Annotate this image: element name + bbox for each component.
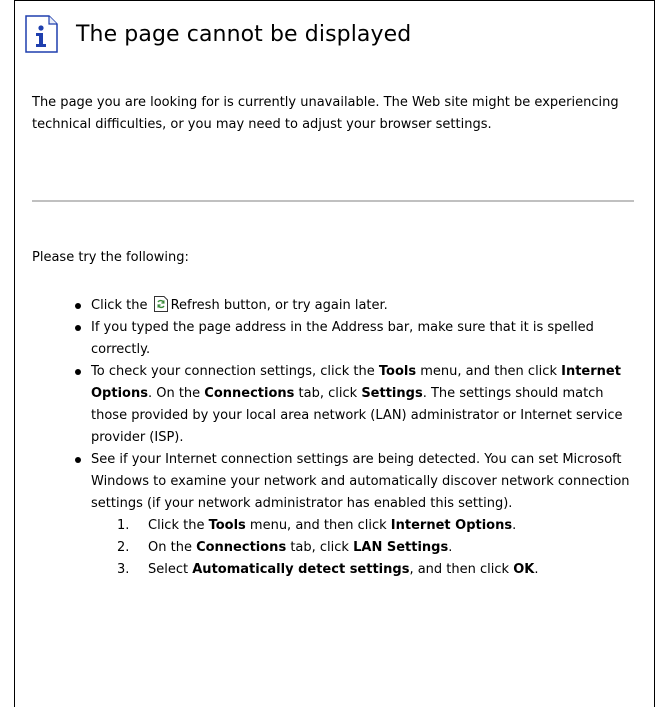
text-segment: . (448, 540, 453, 555)
tools-menu-ref: Tools (378, 364, 417, 379)
step-item: 2. On the Connections tab, click LAN Sett… (91, 537, 642, 559)
step-number: 1. (117, 518, 130, 533)
bold-ref: Internet Options (390, 518, 513, 533)
divider (32, 200, 634, 202)
text-segment: tab, click (294, 386, 362, 401)
detection-text: See if your Internet connection settings… (91, 452, 630, 511)
text-segment: tab, click (286, 540, 354, 555)
text-segment: . (512, 518, 517, 533)
suggestion-list: Click the Refresh button, or try again l… (32, 295, 642, 581)
steps-list: 1. Click the Tools menu, and then click I… (91, 515, 642, 581)
text-segment: . (534, 562, 539, 577)
text-segment: To check your connection settings, click… (91, 364, 379, 379)
bold-ref: LAN Settings (353, 540, 449, 555)
bold-ref: OK (513, 562, 535, 577)
refresh-post-text: Refresh button, or try again later. (170, 298, 388, 313)
try-label: Please try the following: (32, 250, 189, 265)
list-item-address: If you typed the page address in the Add… (32, 317, 642, 361)
list-item-connection-settings: To check your connection settings, click… (32, 361, 642, 449)
text-segment: Click the (148, 518, 209, 533)
text-segment: menu, and then click (245, 518, 391, 533)
page-frame: The page cannot be displayed The page yo… (14, 0, 655, 707)
list-item-refresh: Click the Refresh button, or try again l… (32, 295, 642, 317)
step-item: 3. Select Automatically detect settings, … (91, 559, 642, 581)
page-header: The page cannot be displayed (25, 15, 411, 53)
info-icon (25, 15, 58, 53)
text-segment: . On the (147, 386, 205, 401)
bold-ref: Connections (196, 540, 287, 555)
step-item: 1. Click the Tools menu, and then click I… (91, 515, 642, 537)
text-segment: On the (148, 540, 197, 555)
text-segment: menu, and then click (416, 364, 562, 379)
step-number: 2. (117, 540, 130, 555)
text-segment: Select (148, 562, 193, 577)
text-segment: , and then click (409, 562, 514, 577)
intro-paragraph: The page you are looking for is currentl… (32, 95, 619, 132)
page-title: The page cannot be displayed (76, 21, 412, 47)
connections-tab-ref: Connections (204, 386, 295, 401)
refresh-pre-text: Click the (91, 298, 148, 313)
step-number: 3. (117, 562, 130, 577)
list-item-detection: See if your Internet connection settings… (32, 449, 642, 581)
settings-ref: Settings (361, 386, 423, 401)
bold-ref: Tools (208, 518, 246, 533)
refresh-icon[interactable] (153, 296, 168, 312)
bold-ref: Automatically detect settings (192, 562, 410, 577)
